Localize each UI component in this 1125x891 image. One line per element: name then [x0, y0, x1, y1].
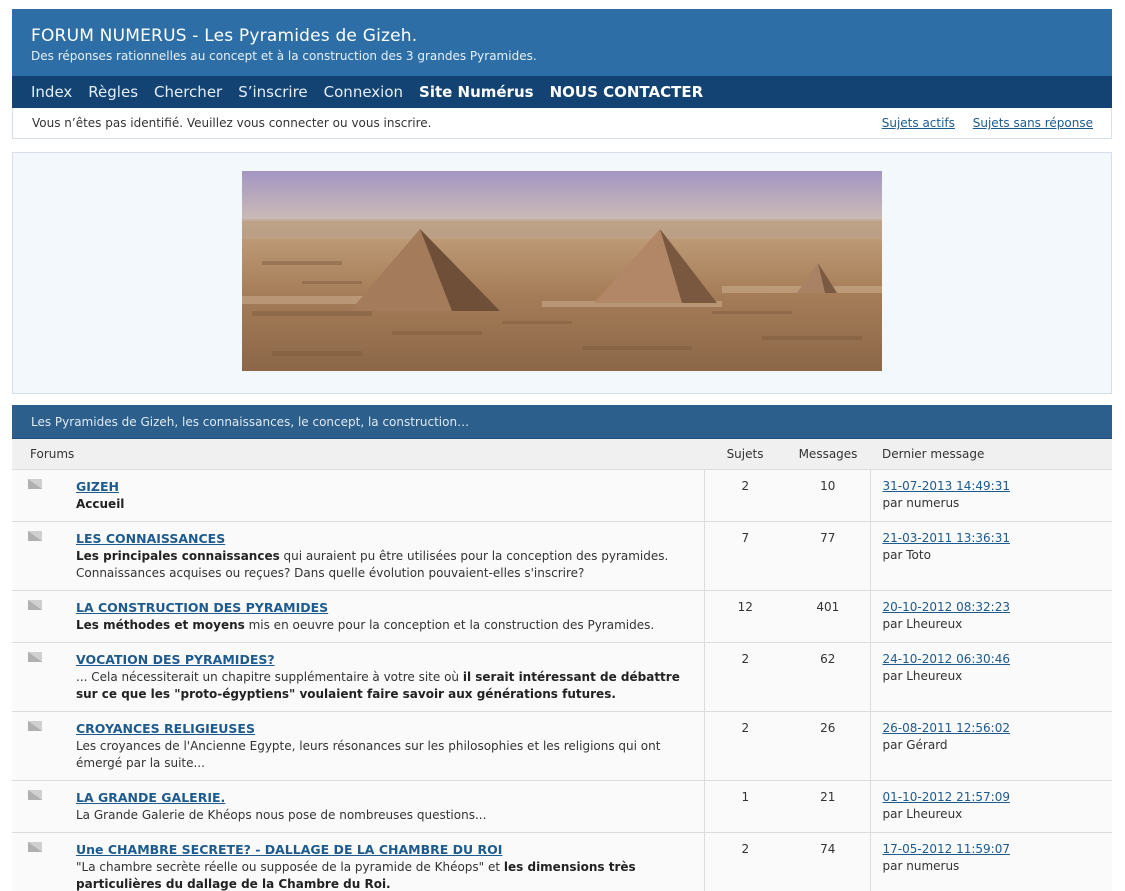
forum-read-icon: [28, 789, 44, 801]
last-post-author: par Lheureux: [882, 668, 963, 683]
last-post-link[interactable]: 24-10-2012 06:30:46: [883, 652, 1010, 666]
nav-search[interactable]: Chercher: [154, 76, 222, 108]
table-row: VOCATION DES PYRAMIDES? ... Cela nécessi…: [12, 642, 1113, 712]
forum-read-icon: [28, 599, 44, 611]
forum-description: Les principales connaissances qui auraie…: [76, 548, 669, 580]
last-post-link[interactable]: 21-03-2011 13:36:31: [883, 531, 1010, 545]
forum-description: Les croyances de l'Ancienne Egypte, leur…: [76, 738, 661, 770]
col-last-post: Dernier message: [870, 439, 1113, 470]
last-post-author: par numerus: [882, 858, 960, 873]
table-row: GIZEH Accueil 2 10 31-07-2013 14:49:31 p…: [12, 469, 1113, 522]
forum-link[interactable]: LES CONNAISSANCES: [76, 530, 225, 547]
unanswered-topics-link[interactable]: Sujets sans réponse: [973, 116, 1093, 130]
forum-read-icon: [28, 720, 44, 732]
forum-description: ... Cela nécessiterait un chapitre suppl…: [76, 669, 680, 701]
last-post-link[interactable]: 01-10-2012 21:57:09: [883, 790, 1010, 804]
nav-index[interactable]: Index: [31, 76, 72, 108]
last-post-author: par numerus: [882, 495, 960, 510]
last-post-author: par Gérard: [882, 737, 948, 752]
forum-link[interactable]: GIZEH: [76, 478, 119, 495]
table-row: LES CONNAISSANCES Les principales connai…: [12, 521, 1113, 591]
nav-rules[interactable]: Règles: [88, 76, 138, 108]
site-header: FORUM NUMERUS - Les Pyramides de Gizeh. …: [12, 9, 1112, 76]
forum-link[interactable]: LA CONSTRUCTION DES PYRAMIDES: [76, 599, 328, 616]
status-links: Sujets actifs Sujets sans réponse: [868, 116, 1093, 130]
table-row: Une CHAMBRE SECRETE? - DALLAGE DE LA CHA…: [12, 832, 1113, 891]
posts-count: 74: [786, 832, 871, 891]
topics-count: 2: [704, 832, 787, 891]
posts-count: 26: [786, 711, 871, 781]
table-row: CROYANCES RELIGIEUSES Les croyances de l…: [12, 711, 1113, 781]
posts-count: 21: [786, 780, 871, 833]
last-post-link[interactable]: 26-08-2011 12:56:02: [883, 721, 1010, 735]
nav-register[interactable]: S’inscrire: [238, 76, 307, 108]
banner-container: [12, 152, 1112, 394]
forum-link[interactable]: VOCATION DES PYRAMIDES?: [76, 651, 275, 668]
col-posts: Messages: [786, 439, 871, 470]
topics-count: 7: [704, 521, 787, 591]
site-title[interactable]: FORUM NUMERUS - Les Pyramides de Gizeh.: [31, 25, 1093, 47]
forum-read-icon: [28, 530, 44, 542]
topics-count: 2: [704, 642, 787, 712]
table-row: LA CONSTRUCTION DES PYRAMIDES Les méthod…: [12, 590, 1113, 643]
forums-table: Forums Sujets Messages Dernier message G…: [12, 439, 1113, 891]
forum-description: Les méthodes et moyens mis en oeuvre pou…: [76, 617, 655, 632]
nav-site-numerus[interactable]: Site Numérus: [419, 76, 534, 108]
table-header-row: Forums Sujets Messages Dernier message: [12, 439, 1113, 470]
forum-read-icon: [28, 841, 44, 853]
forum-description: Accueil: [76, 496, 125, 511]
topics-count: 1: [704, 780, 787, 833]
login-status-text: Vous n’êtes pas identifié. Veuillez vous…: [32, 116, 432, 130]
nav-contact[interactable]: NOUS CONTACTER: [550, 76, 704, 108]
col-topics: Sujets: [704, 439, 787, 470]
last-post-link[interactable]: 17-05-2012 11:59:07: [883, 842, 1010, 856]
main-nav: Index Règles Chercher S’inscrire Connexi…: [12, 76, 1112, 108]
nav-login[interactable]: Connexion: [324, 76, 403, 108]
last-post-author: par Lheureux: [882, 616, 963, 631]
pyramids-banner-image: [242, 171, 882, 371]
forum-description: La Grande Galerie de Khéops nous pose de…: [76, 807, 487, 822]
topics-count: 12: [704, 590, 787, 643]
forum-read-icon: [28, 478, 44, 490]
posts-count: 77: [786, 521, 871, 591]
forum-link[interactable]: Une CHAMBRE SECRETE? - DALLAGE DE LA CHA…: [76, 841, 502, 858]
active-topics-link[interactable]: Sujets actifs: [882, 116, 955, 130]
last-post-author: par Lheureux: [882, 806, 963, 821]
category-header[interactable]: Les Pyramides de Gizeh, les connaissance…: [12, 405, 1112, 439]
page: FORUM NUMERUS - Les Pyramides de Gizeh. …: [12, 9, 1113, 891]
topics-count: 2: [704, 469, 787, 522]
forum-link[interactable]: LA GRANDE GALERIE.: [76, 789, 225, 806]
last-post-link[interactable]: 31-07-2013 14:49:31: [883, 479, 1010, 493]
posts-count: 10: [786, 469, 871, 522]
col-forums: Forums: [12, 439, 705, 470]
last-post-author: par Toto: [882, 547, 931, 562]
forum-list: Les Pyramides de Gizeh, les connaissance…: [12, 405, 1113, 891]
posts-count: 401: [786, 590, 871, 643]
site-subtitle: Des réponses rationnelles au concept et …: [31, 49, 537, 63]
table-row: LA GRANDE GALERIE. La Grande Galerie de …: [12, 780, 1113, 833]
forum-read-icon: [28, 651, 44, 663]
status-bar: Vous n’êtes pas identifié. Veuillez vous…: [12, 108, 1112, 139]
forum-description: "La chambre secrète réelle ou supposée d…: [76, 859, 636, 891]
posts-count: 62: [786, 642, 871, 712]
last-post-link[interactable]: 20-10-2012 08:32:23: [883, 600, 1010, 614]
forum-link[interactable]: CROYANCES RELIGIEUSES: [76, 720, 255, 737]
topics-count: 2: [704, 711, 787, 781]
